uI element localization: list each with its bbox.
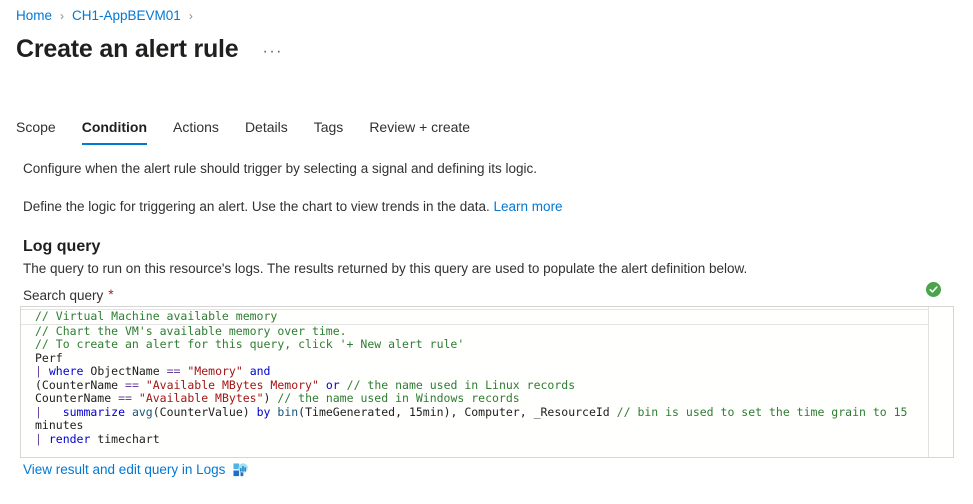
- tab-scope[interactable]: Scope: [16, 118, 56, 145]
- query-line[interactable]: // Virtual Machine available memory: [21, 309, 928, 325]
- code-token: (CounterValue): [153, 405, 257, 419]
- code-token: |: [35, 405, 63, 419]
- code-token: "Available MBytes Memory": [146, 378, 319, 392]
- code-token: ==: [125, 378, 139, 392]
- tab-tags[interactable]: Tags: [314, 118, 344, 145]
- code-token: [132, 391, 139, 405]
- code-token: bin: [277, 405, 298, 419]
- condition-description: Configure when the alert rule should tri…: [23, 160, 537, 178]
- code-token: render: [49, 432, 91, 446]
- code-token: "Memory": [187, 364, 242, 378]
- query-code[interactable]: // Virtual Machine available memory// Ch…: [21, 309, 928, 446]
- editor-minimap-divider: [928, 307, 929, 457]
- code-token: (TimeGenerated, 15min), Computer, _Resou…: [298, 405, 617, 419]
- search-query-label-text: Search query: [23, 287, 103, 305]
- code-token: ): [264, 391, 278, 405]
- view-in-logs-link[interactable]: View result and edit query in Logs: [23, 461, 248, 479]
- validation-success-icon: [926, 282, 941, 297]
- query-line[interactable]: (CounterName == "Available MBytes Memory…: [21, 379, 928, 393]
- code-token: Perf: [35, 351, 63, 365]
- code-token: // To create an alert for this query, cl…: [35, 337, 464, 351]
- learn-more-link[interactable]: Learn more: [494, 199, 563, 214]
- code-token: [243, 364, 250, 378]
- breadcrumb-item-resource[interactable]: CH1-AppBEVM01: [72, 8, 181, 24]
- code-token: "Available MBytes": [139, 391, 264, 405]
- code-token: [340, 378, 347, 392]
- query-line[interactable]: Perf: [21, 352, 928, 366]
- code-token: |: [35, 432, 49, 446]
- logic-description-text: Define the logic for triggering an alert…: [23, 199, 490, 214]
- code-token: or: [326, 378, 340, 392]
- search-query-label: Search query *: [23, 287, 114, 305]
- breadcrumb-separator-icon-2: ›: [189, 8, 193, 24]
- code-token: where: [49, 364, 84, 378]
- query-line[interactable]: | render timechart: [21, 433, 928, 447]
- code-token: // the name used in Linux records: [347, 378, 575, 392]
- code-token: summarize: [63, 405, 125, 419]
- code-token: // the name used in Windows records: [277, 391, 519, 405]
- code-token: minutes: [35, 418, 83, 432]
- code-token: [125, 405, 132, 419]
- view-in-logs-label: View result and edit query in Logs: [23, 461, 225, 479]
- breadcrumb-separator-icon: ›: [60, 8, 64, 24]
- code-token: [139, 378, 146, 392]
- code-token: avg: [132, 405, 153, 419]
- logic-description: Define the logic for triggering an alert…: [23, 198, 563, 216]
- code-token: timechart: [90, 432, 159, 446]
- breadcrumb: Home › CH1-AppBEVM01 ›: [16, 8, 201, 24]
- tab-review-create[interactable]: Review + create: [369, 118, 470, 145]
- query-line[interactable]: minutes: [21, 419, 928, 433]
- query-line[interactable]: // To create an alert for this query, cl…: [21, 338, 928, 352]
- tab-actions[interactable]: Actions: [173, 118, 219, 145]
- code-token: // Chart the VM's available memory over …: [35, 324, 347, 338]
- code-token: (CounterName: [35, 378, 125, 392]
- code-token: [319, 378, 326, 392]
- page-header: Create an alert rule ···: [16, 34, 287, 64]
- code-token: by: [257, 405, 271, 419]
- code-token: |: [35, 364, 49, 378]
- wizard-tabs: Scope Condition Actions Details Tags Rev…: [16, 118, 496, 145]
- query-line[interactable]: // Chart the VM's available memory over …: [21, 325, 928, 339]
- query-line[interactable]: | where ObjectName == "Memory" and: [21, 365, 928, 379]
- query-line[interactable]: CounterName == "Available MBytes") // th…: [21, 392, 928, 406]
- log-query-subtitle: The query to run on this resource's logs…: [23, 260, 747, 278]
- code-token: // Virtual Machine available memory: [35, 309, 277, 323]
- search-query-editor[interactable]: // Virtual Machine available memory// Ch…: [20, 306, 954, 458]
- required-marker: *: [108, 287, 113, 301]
- code-token: and: [250, 364, 271, 378]
- log-analytics-icon: [233, 463, 248, 478]
- query-line[interactable]: | summarize avg(CounterValue) by bin(Tim…: [21, 406, 928, 420]
- tab-condition[interactable]: Condition: [82, 118, 147, 145]
- more-options-icon[interactable]: ···: [259, 43, 287, 61]
- code-token: ==: [167, 364, 181, 378]
- code-token: ObjectName: [83, 364, 166, 378]
- code-token: CounterName: [35, 391, 118, 405]
- code-token: // bin is used to set the time grain to …: [617, 405, 908, 419]
- code-token: ==: [118, 391, 132, 405]
- breadcrumb-item-home[interactable]: Home: [16, 8, 52, 24]
- log-query-heading: Log query: [23, 236, 100, 258]
- page-title: Create an alert rule: [16, 34, 239, 64]
- tab-details[interactable]: Details: [245, 118, 288, 145]
